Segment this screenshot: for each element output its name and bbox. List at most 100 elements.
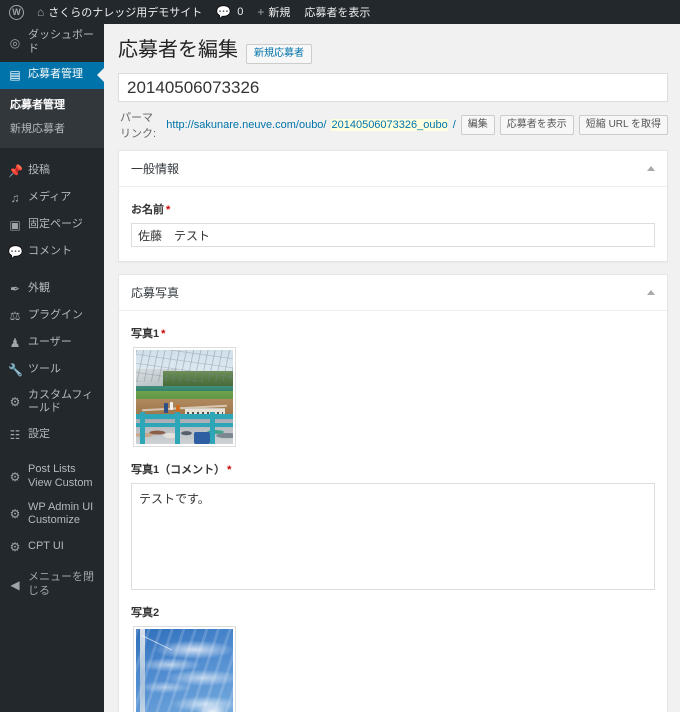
sidebar-submenu-applicant: 応募者管理 新規応募者	[0, 89, 104, 148]
collapse-menu-label: メニューを閉じる	[28, 571, 98, 599]
baseball-stadium-photo	[136, 350, 233, 444]
sidebar-item-label: メディア	[28, 191, 71, 205]
sidebar-item-label: ツール	[28, 363, 61, 377]
sidebar-item-applicant-manage[interactable]: ▤ 応募者管理	[0, 62, 104, 89]
view-post-button[interactable]: 応募者を表示	[500, 115, 574, 135]
field-label-text: お名前	[131, 204, 164, 216]
new-content-label: 新規	[268, 4, 290, 20]
wp-logo-button[interactable]	[0, 0, 30, 24]
sidebar-item-users[interactable]: ♟ ユーザー	[0, 330, 104, 357]
comment-bubble-icon: 💬	[216, 6, 231, 18]
sidebar-item-settings[interactable]: ☷ 設定	[0, 421, 104, 448]
collapse-arrow-icon: ◀	[8, 579, 22, 591]
sidebar-item-label: コメント	[28, 245, 72, 259]
photo2-thumbnail[interactable]	[133, 626, 236, 712]
photo1-thumbnail[interactable]	[133, 347, 236, 447]
postbox-application-photos: 応募写真 写真1 *	[118, 274, 668, 712]
sidebar-item-post-lists-view-custom[interactable]: ⚙ Post Lists View Custom	[0, 458, 104, 496]
sidebar-item-label: 応募者管理	[28, 68, 83, 82]
sidebar-separator	[0, 148, 104, 158]
home-icon: ⌂	[37, 6, 44, 18]
sidebar-separator	[0, 266, 104, 276]
postbox-body-general-info: お名前*	[119, 187, 667, 261]
postbox-header-general-info[interactable]: 一般情報	[119, 151, 667, 187]
field-label-photo1-comment: 写真1（コメント）*	[131, 461, 655, 477]
plus-icon: +	[257, 6, 264, 18]
wrench-icon: 🔧	[8, 364, 22, 376]
postbox-title: 一般情報	[131, 160, 179, 177]
sidebar-subitem-applicant-manage[interactable]: 応募者管理	[0, 93, 104, 118]
wordpress-logo-icon	[9, 5, 24, 20]
comment-count: 0	[237, 6, 243, 18]
permalink-row: パーマリンク: http://sakunare.neuve.com/oubo/2…	[118, 102, 668, 150]
sidebar-item-label: WP Admin UI Customize	[28, 501, 98, 529]
site-name-menu[interactable]: ⌂ さくらのナレッジ用デモサイト	[30, 0, 209, 24]
sidebar-item-custom-fields[interactable]: ⚙ カスタムフィールド	[0, 384, 104, 422]
sidebar-item-label: CPT UI	[28, 540, 64, 554]
content-area: 応募者を編集 新規応募者 パーマリンク: http://sakunare.neu…	[104, 24, 680, 712]
name-input[interactable]	[131, 223, 655, 247]
sidebar-separator	[0, 448, 104, 458]
permalink-slug[interactable]: 20140506073326_oubo	[331, 119, 447, 131]
sidebar-item-dashboard[interactable]: ◎ ダッシュボード	[0, 24, 104, 62]
gear-icon: ⚙	[8, 471, 22, 483]
sidebar-item-plugins[interactable]: ⚖ プラグイン	[0, 303, 104, 330]
post-title-input[interactable]	[118, 73, 668, 102]
required-marker: *	[166, 204, 170, 216]
postbox-header-application-photos[interactable]: 応募写真	[119, 275, 667, 311]
sidebar-item-label: Post Lists View Custom	[28, 463, 98, 491]
add-new-applicant-button[interactable]: 新規応募者	[246, 44, 312, 64]
gear-icon: ⚙	[8, 508, 22, 520]
get-shortlink-button[interactable]: 短縮 URL を取得	[579, 115, 668, 135]
user-icon: ♟	[8, 337, 22, 349]
sidebar-subitem-new-applicant[interactable]: 新規応募者	[0, 117, 104, 142]
sidebar-item-cpt-ui[interactable]: ⚙ CPT UI	[0, 533, 104, 560]
sidebar-item-comments[interactable]: 💬 コメント	[0, 239, 104, 266]
sidebar-item-tools[interactable]: 🔧 ツール	[0, 357, 104, 384]
edit-slug-button[interactable]: 編集	[461, 115, 495, 135]
plugin-icon: ⚖	[8, 310, 22, 322]
permalink-label: パーマリンク:	[120, 109, 161, 141]
admin-sidebar: ◎ ダッシュボード ▤ 応募者管理 応募者管理 新規応募者 📌 投稿 ♫ メディ…	[0, 24, 104, 712]
postbox-title: 応募写真	[131, 284, 179, 301]
view-applicant-link[interactable]: 応募者を表示	[297, 0, 377, 24]
field-label-text: 写真2	[131, 607, 159, 619]
sidebar-item-label: ダッシュボード	[28, 29, 98, 57]
sidebar-item-wp-admin-ui-customize[interactable]: ⚙ WP Admin UI Customize	[0, 496, 104, 534]
gear-icon: ⚙	[8, 541, 22, 553]
sidebar-item-label: ユーザー	[28, 336, 72, 350]
field-label-text: 写真1	[131, 328, 159, 340]
toggle-arrow-icon[interactable]	[647, 166, 655, 171]
view-applicant-label: 応募者を表示	[304, 4, 370, 20]
sidebar-item-label: プラグイン	[28, 309, 83, 323]
photo1-comment-textarea[interactable]	[131, 483, 655, 590]
sidebar-item-media[interactable]: ♫ メディア	[0, 185, 104, 212]
page-title: 応募者を編集	[118, 37, 238, 63]
postbox-body-application-photos: 写真1 *	[119, 311, 667, 712]
permalink-base[interactable]: http://sakunare.neuve.com/oubo/	[166, 119, 326, 131]
field-label-photo1: 写真1*	[131, 325, 655, 341]
page-header: 応募者を編集 新規応募者	[118, 32, 668, 73]
collapse-menu-button[interactable]: ◀ メニューを閉じる	[0, 566, 104, 604]
applicant-icon: ▤	[8, 69, 22, 81]
toggle-arrow-icon[interactable]	[647, 290, 655, 295]
sidebar-item-label: 固定ページ	[28, 218, 83, 232]
postbox-general-info: 一般情報 お名前*	[118, 150, 668, 262]
sidebar-item-pages[interactable]: ▣ 固定ページ	[0, 212, 104, 239]
page-icon: ▣	[8, 219, 22, 231]
new-content-menu[interactable]: + 新規	[250, 0, 297, 24]
media-icon: ♫	[8, 192, 22, 204]
pin-icon: 📌	[8, 165, 22, 177]
blue-sky-clouds-photo	[136, 629, 233, 712]
sidebar-item-label: 設定	[28, 428, 50, 442]
field-label-photo2: 写真2	[131, 604, 655, 620]
sidebar-item-posts[interactable]: 📌 投稿	[0, 158, 104, 185]
comments-bubble[interactable]: 💬 0	[209, 0, 250, 24]
field-label-name: お名前*	[131, 201, 655, 217]
admin-bar: ⌂ さくらのナレッジ用デモサイト 💬 0 + 新規 応募者を表示	[0, 0, 680, 24]
required-marker: *	[227, 464, 231, 476]
sidebar-item-label: 投稿	[28, 164, 50, 178]
field-label-text: 写真1（コメント）	[131, 464, 225, 476]
sidebar-item-appearance[interactable]: ✒ 外観	[0, 276, 104, 303]
gear-icon: ⚙	[8, 396, 22, 408]
